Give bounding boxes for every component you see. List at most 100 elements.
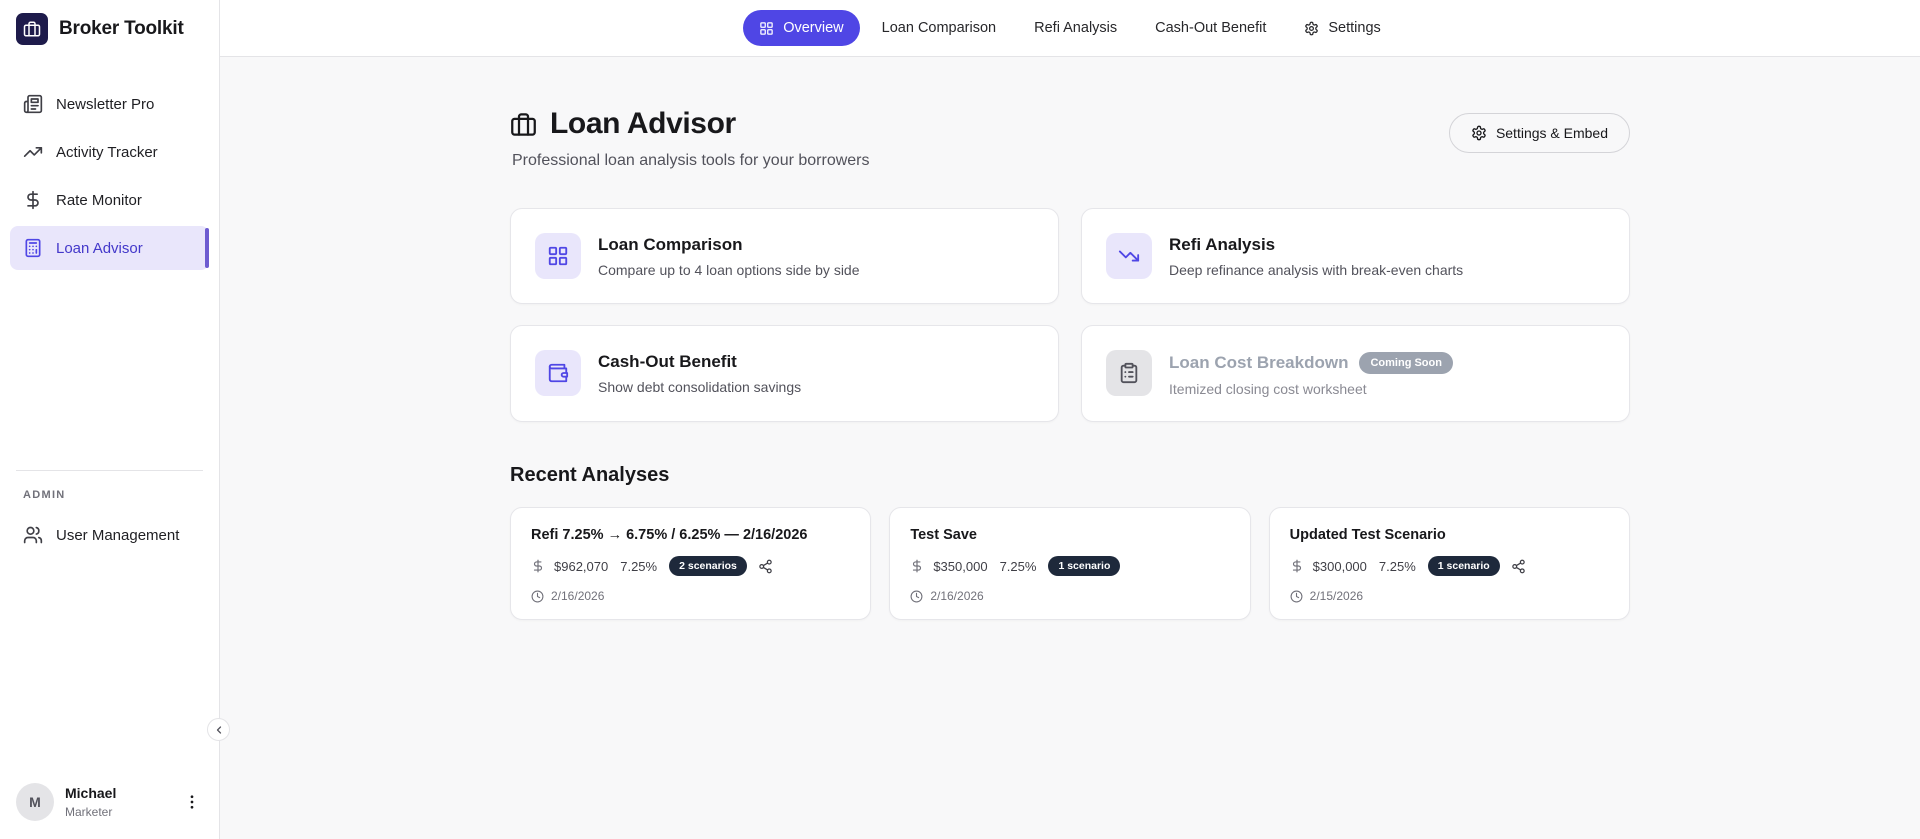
- settings-embed-label: Settings & Embed: [1495, 125, 1608, 141]
- trending-up-icon: [23, 142, 43, 162]
- feature-title: Loan Comparison: [598, 235, 743, 254]
- clipboard-icon: [1106, 350, 1152, 396]
- sidebar-item-label: Newsletter Pro: [56, 95, 155, 113]
- analysis-card[interactable]: Refi 7.25% → 6.75% / 6.25% — 2/16/2026 $…: [510, 507, 872, 620]
- gear-icon: [1471, 125, 1487, 141]
- tab-label: Refi Analysis: [1034, 20, 1118, 36]
- sidebar-item-activity-tracker[interactable]: Activity Tracker: [10, 130, 209, 174]
- sidebar-collapse-button[interactable]: [207, 718, 230, 741]
- tab-label: Settings: [1328, 20, 1381, 36]
- user-meta: Michael Marketer: [65, 785, 116, 819]
- analysis-title: Test Save: [910, 527, 977, 543]
- app-title: Broker Toolkit: [59, 18, 184, 39]
- briefcase-icon: [510, 111, 537, 138]
- page-subtitle: Professional loan analysis tools for you…: [512, 152, 870, 169]
- recent-analyses-heading: Recent Analyses: [510, 464, 670, 486]
- page-title: Loan Advisor: [550, 107, 736, 140]
- tab-loan-comparison[interactable]: Loan Comparison: [866, 10, 1012, 46]
- main-area: Overview Loan Comparison Refi Analysis C…: [220, 0, 1920, 839]
- tab-label: Loan Comparison: [881, 20, 997, 36]
- calculator-icon: [23, 238, 43, 258]
- trending-down-icon: [1106, 233, 1152, 279]
- scenario-count-badge: 1 scenario: [1048, 556, 1121, 576]
- loan-rate: 7.25%: [1378, 558, 1416, 574]
- app-root: Broker Toolkit Newsletter Pro Activity T…: [0, 0, 1920, 839]
- admin-section-label: ADMIN: [23, 489, 66, 501]
- grid-icon: [759, 21, 774, 36]
- tab-settings[interactable]: Settings: [1288, 10, 1396, 46]
- analysis-date: 2/15/2026: [1309, 589, 1364, 603]
- feature-description: Deep refinance analysis with break-even …: [1169, 262, 1464, 278]
- user-profile: M Michael Marketer: [0, 769, 219, 839]
- feature-title: Refi Analysis: [1169, 235, 1276, 254]
- divider: [16, 470, 203, 471]
- tab-refi-analysis[interactable]: Refi Analysis: [1018, 10, 1133, 46]
- users-icon: [23, 525, 43, 545]
- sidebar-item-loan-advisor[interactable]: Loan Advisor: [10, 226, 209, 270]
- gear-icon: [1304, 21, 1319, 36]
- scenario-count-badge: 2 scenarios: [669, 556, 747, 576]
- settings-embed-button[interactable]: Settings & Embed: [1448, 113, 1630, 153]
- loan-rate: 7.25%: [620, 558, 658, 574]
- user-role: Marketer: [65, 804, 113, 819]
- scenario-count-badge: 1 scenario: [1427, 556, 1500, 576]
- feature-title: Loan Cost Breakdown: [1169, 353, 1349, 372]
- sidebar-item-user-management[interactable]: User Management: [10, 513, 209, 557]
- feature-card-loan-comparison[interactable]: Loan Comparison Compare up to 4 loan opt…: [510, 208, 1059, 304]
- recent-analyses-grid: Refi 7.25% → 6.75% / 6.25% — 2/16/2026 $…: [510, 507, 1630, 620]
- grid-icon: [535, 233, 581, 279]
- analysis-date: 2/16/2026: [551, 589, 605, 603]
- dollar-icon: [23, 190, 43, 210]
- avatar: M: [16, 783, 54, 821]
- loan-amount: $300,000: [1312, 558, 1367, 574]
- feature-card-loan-cost-breakdown: Loan Cost Breakdown Coming Soon Itemized…: [1081, 325, 1630, 422]
- feature-description: Show debt consolidation savings: [598, 379, 802, 395]
- sidebar-item-label: User Management: [56, 526, 180, 544]
- top-nav-tabs: Overview Loan Comparison Refi Analysis C…: [743, 10, 1397, 46]
- analysis-title: Updated Test Scenario: [1289, 527, 1446, 543]
- chevron-left-icon: [216, 725, 221, 734]
- tab-cash-out-benefit[interactable]: Cash-Out Benefit: [1139, 10, 1282, 46]
- dollar-icon: [531, 559, 545, 573]
- sidebar-nav: Newsletter Pro Activity Tracker Rate Mon…: [0, 58, 219, 274]
- wallet-icon: [535, 350, 581, 396]
- feature-grid: Loan Comparison Compare up to 4 loan opt…: [510, 208, 1630, 422]
- sidebar-item-newsletter-pro[interactable]: Newsletter Pro: [10, 82, 209, 126]
- newspaper-icon: [23, 94, 43, 114]
- dollar-icon: [910, 559, 924, 573]
- tab-label: Overview: [783, 20, 844, 36]
- app-logo-icon: [16, 13, 48, 45]
- sidebar-admin-section: ADMIN User Management: [0, 470, 219, 561]
- share-icon[interactable]: [1511, 559, 1526, 574]
- tab-label: Cash-Out Benefit: [1155, 20, 1267, 36]
- app-logo[interactable]: Broker Toolkit: [0, 0, 219, 58]
- feature-title: Cash-Out Benefit: [598, 352, 737, 371]
- feature-card-cash-out-benefit[interactable]: Cash-Out Benefit Show debt consolidation…: [510, 325, 1059, 422]
- clock-icon: [1290, 590, 1303, 603]
- user-name: Michael: [65, 785, 117, 802]
- clock-icon: [910, 590, 923, 603]
- feature-description: Compare up to 4 loan options side by sid…: [598, 262, 860, 278]
- sidebar-item-label: Loan Advisor: [56, 239, 143, 257]
- page-content: Loan Advisor Professional loan analysis …: [220, 57, 1920, 839]
- tab-overview[interactable]: Overview: [743, 10, 860, 46]
- clock-icon: [531, 590, 544, 603]
- loan-amount: $962,070: [554, 558, 609, 574]
- analysis-card[interactable]: Updated Test Scenario $300,000 7.25% 1 s…: [1268, 507, 1630, 620]
- sidebar-item-label: Activity Tracker: [56, 143, 158, 161]
- analysis-card[interactable]: Test Save $350,000 7.25% 1 scenario 2/16…: [889, 507, 1251, 620]
- top-nav: Overview Loan Comparison Refi Analysis C…: [220, 0, 1920, 57]
- loan-amount: $350,000: [933, 558, 988, 574]
- feature-card-refi-analysis[interactable]: Refi Analysis Deep refinance analysis wi…: [1081, 208, 1630, 304]
- sidebar-item-label: Rate Monitor: [56, 191, 142, 209]
- kebab-menu-icon[interactable]: [179, 789, 205, 815]
- feature-description: Itemized closing cost worksheet: [1169, 381, 1367, 397]
- sidebar-item-rate-monitor[interactable]: Rate Monitor: [10, 178, 209, 222]
- page-header: Loan Advisor Professional loan analysis …: [510, 107, 1630, 170]
- analysis-date: 2/16/2026: [930, 589, 984, 603]
- share-icon[interactable]: [758, 559, 773, 574]
- analysis-title: Refi 7.25% → 6.75% / 6.25% — 2/16/2026: [531, 527, 808, 543]
- dollar-icon: [1290, 559, 1304, 573]
- loan-rate: 7.25%: [999, 558, 1037, 574]
- coming-soon-badge: Coming Soon: [1359, 352, 1453, 374]
